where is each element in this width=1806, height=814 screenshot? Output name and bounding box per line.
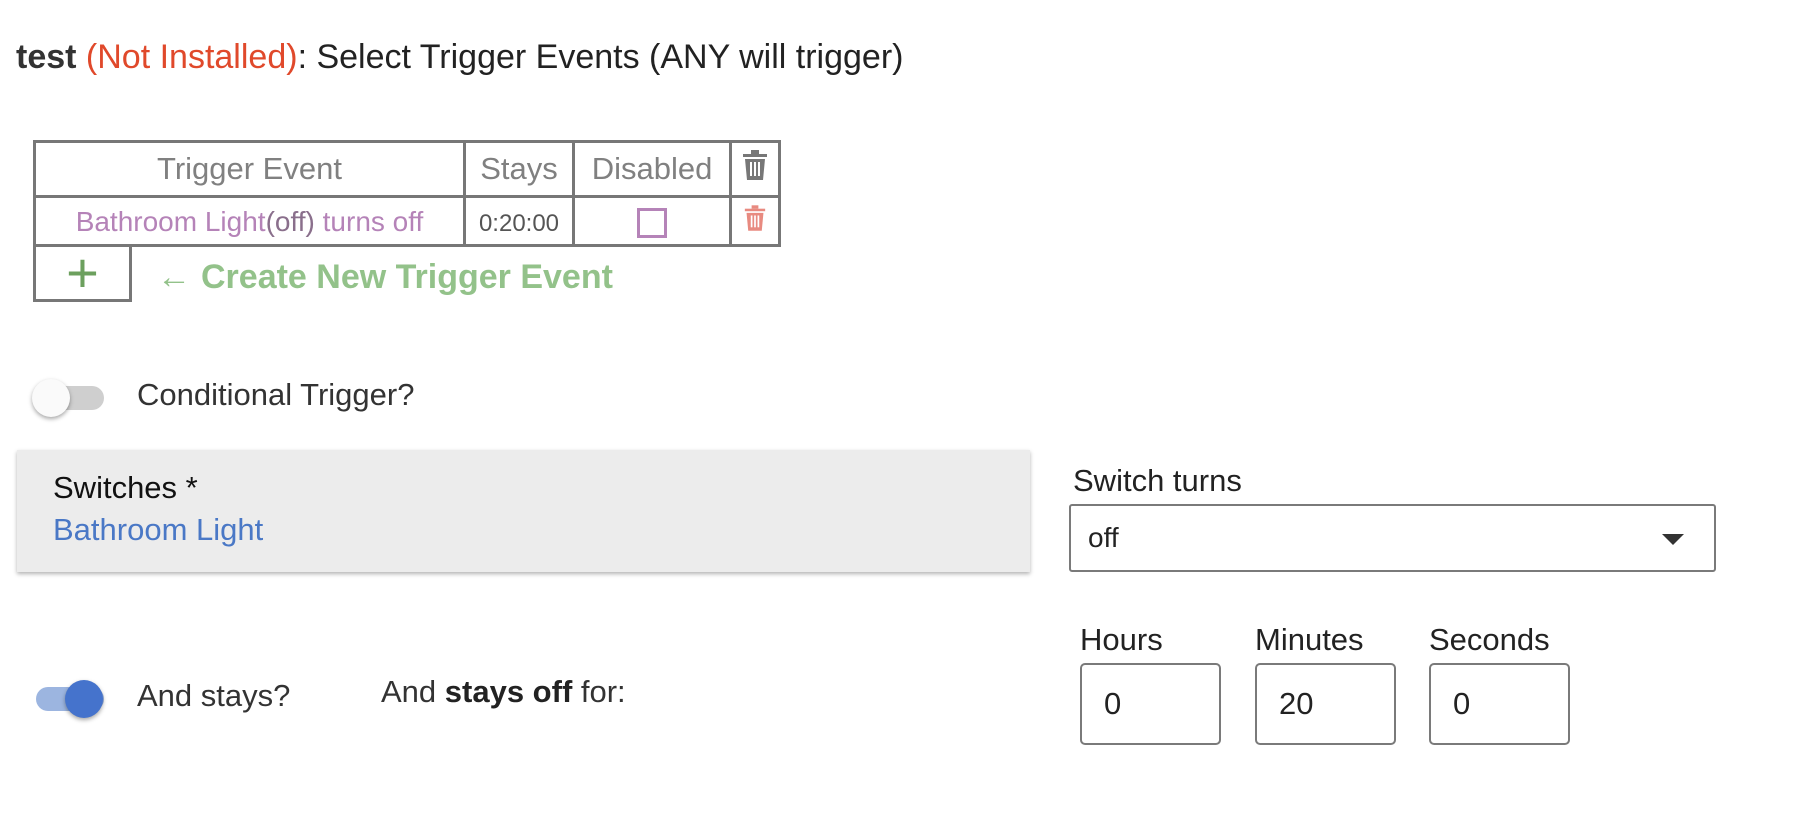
stays-phrase-bold: stays off [444,674,573,709]
table-header-row: Trigger Event Stays Disabled [33,140,781,198]
stays-value: 0:20:00 [478,210,560,237]
app-name: test [16,38,77,76]
switches-label: Switches * [53,470,198,505]
stays-phrase: And stays off for: [381,674,626,710]
seconds-label: Seconds [1429,622,1550,657]
header-disabled: Disabled [572,140,732,198]
switch-turns-value: off [1088,522,1119,553]
add-trigger-button[interactable]: + [33,244,132,302]
delete-row-icon[interactable] [744,205,766,231]
event-action: turns off [314,206,424,237]
arrow-left-icon: ← [157,258,191,296]
and-stays-label: And stays? [137,678,291,713]
seconds-input[interactable]: 0 [1429,663,1570,745]
install-status: (Not Installed) [85,38,298,76]
chevron-down-icon [1662,534,1684,545]
switches-device-selector[interactable]: Switches * Bathroom Light [17,450,1030,572]
stays-phrase-post: for: [572,674,626,709]
stays-phrase-pre: And [381,674,445,709]
trigger-events-table: Trigger Event Stays Disabled Bathroom Li… [33,140,781,247]
toggle-knob [32,379,70,417]
switches-value: Bathroom Light [53,512,264,547]
conditional-trigger-label: Conditional Trigger? [137,377,415,412]
header-trigger-event: Trigger Event [33,140,466,198]
disabled-checkbox[interactable] [637,207,667,238]
trigger-event-link[interactable]: Bathroom Light(off) turns off [76,206,424,237]
create-trigger-link[interactable]: ← Create New Trigger Event [157,258,613,297]
trigger-event-cell[interactable]: Bathroom Light(off) turns off [33,195,466,247]
title-text: : Select Trigger Events (ANY will trigge… [297,38,904,76]
switch-turns-select[interactable]: off [1069,504,1716,572]
and-stays-toggle[interactable] [32,680,108,718]
event-device: Bathroom Light [75,206,266,237]
header-stays: Stays [463,140,575,198]
conditional-trigger-toggle[interactable] [32,379,108,417]
toggle-knob [65,680,103,718]
delete-cell [729,195,781,247]
minutes-label: Minutes [1255,622,1364,657]
trash-icon [743,150,767,180]
event-state: (off) [265,206,315,237]
hours-input[interactable]: 0 [1080,663,1221,745]
create-trigger-label: Create New Trigger Event [201,258,613,296]
table-row: Bathroom Light(off) turns off 0:20:00 [33,195,781,247]
hours-label: Hours [1080,622,1163,657]
page-title: test (Not Installed): Select Trigger Eve… [16,38,903,77]
disabled-cell [572,195,732,247]
minutes-input[interactable]: 20 [1255,663,1396,745]
switch-turns-label: Switch turns [1073,463,1242,498]
header-delete [729,140,781,198]
stays-cell: 0:20:00 [463,195,575,247]
